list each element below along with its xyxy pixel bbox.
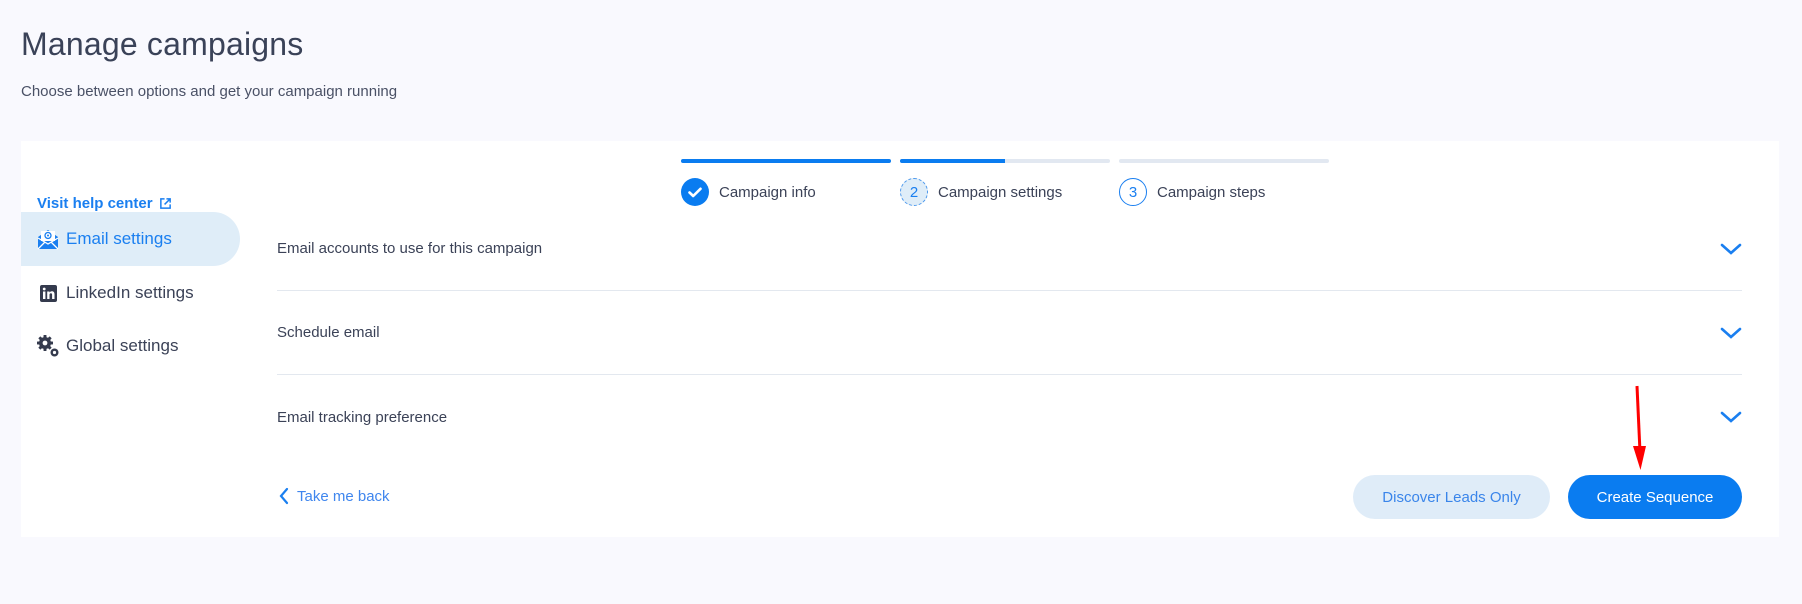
sidebar-item-label: Email settings bbox=[66, 229, 172, 248]
accordion-email-accounts[interactable]: Email accounts to use for this campaign bbox=[277, 207, 1742, 291]
step-number-badge: 3 bbox=[1119, 178, 1147, 206]
sidebar-item-label: LinkedIn settings bbox=[66, 283, 194, 302]
help-link-label: Visit help center bbox=[37, 195, 153, 212]
step-progress-bar-3 bbox=[1119, 159, 1329, 163]
sidebar-item-label: Global settings bbox=[66, 336, 179, 355]
external-link-icon bbox=[159, 198, 171, 209]
campaign-settings-card: Visit help center Email settings LinkedI… bbox=[21, 141, 1779, 537]
visit-help-center-link[interactable]: Visit help center bbox=[37, 195, 172, 212]
step-campaign-settings[interactable]: 2 Campaign settings bbox=[900, 178, 1062, 206]
sidebar-item-global-settings[interactable]: Global settings bbox=[21, 319, 240, 373]
page-subtitle: Choose between options and get your camp… bbox=[21, 83, 398, 100]
email-envelope-icon bbox=[36, 227, 60, 251]
chevron-left-icon bbox=[279, 487, 289, 505]
check-circle-icon bbox=[681, 178, 709, 206]
annotation-arrow-icon bbox=[1633, 385, 1646, 470]
accordion-email-tracking[interactable]: Email tracking preference bbox=[277, 375, 1742, 459]
back-label: Take me back bbox=[297, 487, 390, 505]
step-number-badge: 2 bbox=[900, 178, 928, 206]
chevron-down-icon bbox=[1720, 411, 1742, 423]
step-label: Campaign settings bbox=[938, 183, 1063, 201]
chevron-down-icon bbox=[1720, 243, 1742, 255]
accordion-title: Email tracking preference bbox=[277, 408, 448, 426]
sidebar-item-linkedin-settings[interactable]: LinkedIn settings bbox=[21, 266, 240, 320]
step-label: Campaign steps bbox=[1157, 183, 1266, 201]
step-progress-fill bbox=[681, 159, 891, 163]
discover-leads-only-button[interactable]: Discover Leads Only bbox=[1353, 475, 1550, 519]
accordion-title: Schedule email bbox=[277, 324, 380, 341]
step-campaign-steps[interactable]: 3 Campaign steps bbox=[1119, 178, 1265, 206]
take-me-back-link[interactable]: Take me back bbox=[279, 487, 390, 505]
step-label: Campaign info bbox=[719, 183, 816, 201]
gears-icon bbox=[36, 334, 60, 358]
sidebar-item-email-settings[interactable]: Email settings bbox=[21, 212, 240, 266]
accordion-title: Email accounts to use for this campaign bbox=[277, 240, 543, 257]
step-progress-fill bbox=[900, 159, 1005, 163]
page-title: Manage campaigns bbox=[21, 26, 304, 62]
accordion-schedule-email[interactable]: Schedule email bbox=[277, 291, 1742, 375]
linkedin-icon bbox=[36, 281, 60, 305]
create-sequence-button[interactable]: Create Sequence bbox=[1568, 475, 1742, 519]
step-progress-bar-1 bbox=[681, 159, 891, 163]
step-campaign-info[interactable]: Campaign info bbox=[681, 178, 816, 206]
step-progress-bar-2 bbox=[900, 159, 1110, 163]
chevron-down-icon bbox=[1720, 327, 1742, 339]
